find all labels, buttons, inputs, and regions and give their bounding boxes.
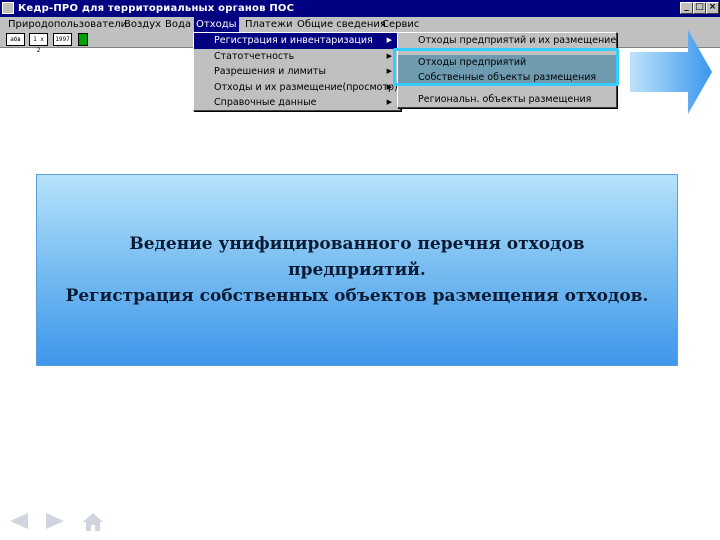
menu-water[interactable]: Вода — [163, 17, 193, 32]
app-icon[interactable] — [2, 2, 14, 14]
menu-item-label: Разрешения и лимиты — [214, 66, 326, 77]
minimize-button[interactable]: _ — [680, 2, 693, 14]
arrow-right-icon[interactable] — [44, 512, 66, 530]
menu-bar: Природопользователи Воздух Вода Отходы П… — [0, 17, 720, 32]
menu-item-label: Справочные данные — [214, 97, 317, 108]
menu-item-registration[interactable]: Регистрация и инвентаризация ▶ — [194, 33, 400, 49]
menu-item-label: Статотчетность — [214, 50, 295, 62]
menu-item-permits[interactable]: Разрешения и лимиты ▶ — [194, 64, 400, 80]
info-line-1: Ведение унифицированного перечня отходов — [129, 234, 585, 254]
highlight-outline — [393, 48, 619, 86]
menu-item-label: Регистрация и инвентаризация — [214, 35, 373, 46]
menu-item-statistics[interactable]: Статотчетность ▶ — [194, 49, 400, 65]
menu-waste[interactable]: Отходы — [194, 17, 239, 32]
home-icon[interactable] — [82, 512, 104, 532]
maximize-button[interactable]: □ — [693, 2, 706, 14]
submenu-arrow-icon: ▶ — [386, 82, 392, 91]
submenu-arrow-icon: ▶ — [386, 67, 392, 75]
info-line-2: предприятий. — [288, 260, 426, 280]
menu-nature-users[interactable]: Природопользователи — [6, 17, 129, 32]
submenu-arrow-icon: ▶ — [386, 98, 392, 106]
info-panel-text: Ведение унифицированного перечня отходов… — [37, 231, 677, 309]
submenu-arrow-icon: ▶ — [386, 36, 392, 44]
menu-payments[interactable]: Платежи — [243, 17, 295, 32]
arrow-left-icon[interactable] — [8, 512, 30, 530]
menu-air[interactable]: Воздух — [122, 17, 163, 32]
submenu-arrow-icon: ▶ — [386, 51, 392, 60]
menu-service[interactable]: Сервис — [380, 17, 421, 32]
waste-dropdown-menu: Регистрация и инвентаризация ▶ Статотчет… — [193, 32, 401, 111]
window-title: Кедр-ПРО для территориальных органов ПОС — [18, 3, 295, 14]
window-title-bar: Кедр-ПРО для территориальных органов ПОС… — [0, 0, 720, 17]
menu-item-label: Отходы и их размещение(просмотр) — [214, 81, 398, 93]
info-line-3: Регистрация собственных объектов размеще… — [65, 286, 649, 306]
toolbar-button-calc[interactable]: 1 x 2 — [29, 33, 48, 54]
menu-item-reference[interactable]: Справочные данные ▶ — [194, 95, 400, 111]
submenu-item-regional-sites[interactable]: Региональн. объекты размещения — [398, 92, 616, 108]
info-panel: Ведение унифицированного перечня отходов… — [36, 174, 678, 366]
submenu-item-waste-and-placement[interactable]: Отходы предприятий и их размещение — [398, 33, 616, 49]
close-button[interactable]: × — [706, 2, 719, 14]
toolbar-button-green[interactable] — [78, 33, 88, 46]
toolbar-button-abc[interactable]: абв — [6, 33, 25, 46]
toolbar-button-year[interactable]: 1997 — [53, 33, 72, 46]
menu-item-waste-view[interactable]: Отходы и их размещение(просмотр) ▶ — [194, 80, 400, 96]
pointer-arrow-icon — [630, 30, 712, 114]
menu-general-info[interactable]: Общие сведения — [295, 17, 388, 32]
